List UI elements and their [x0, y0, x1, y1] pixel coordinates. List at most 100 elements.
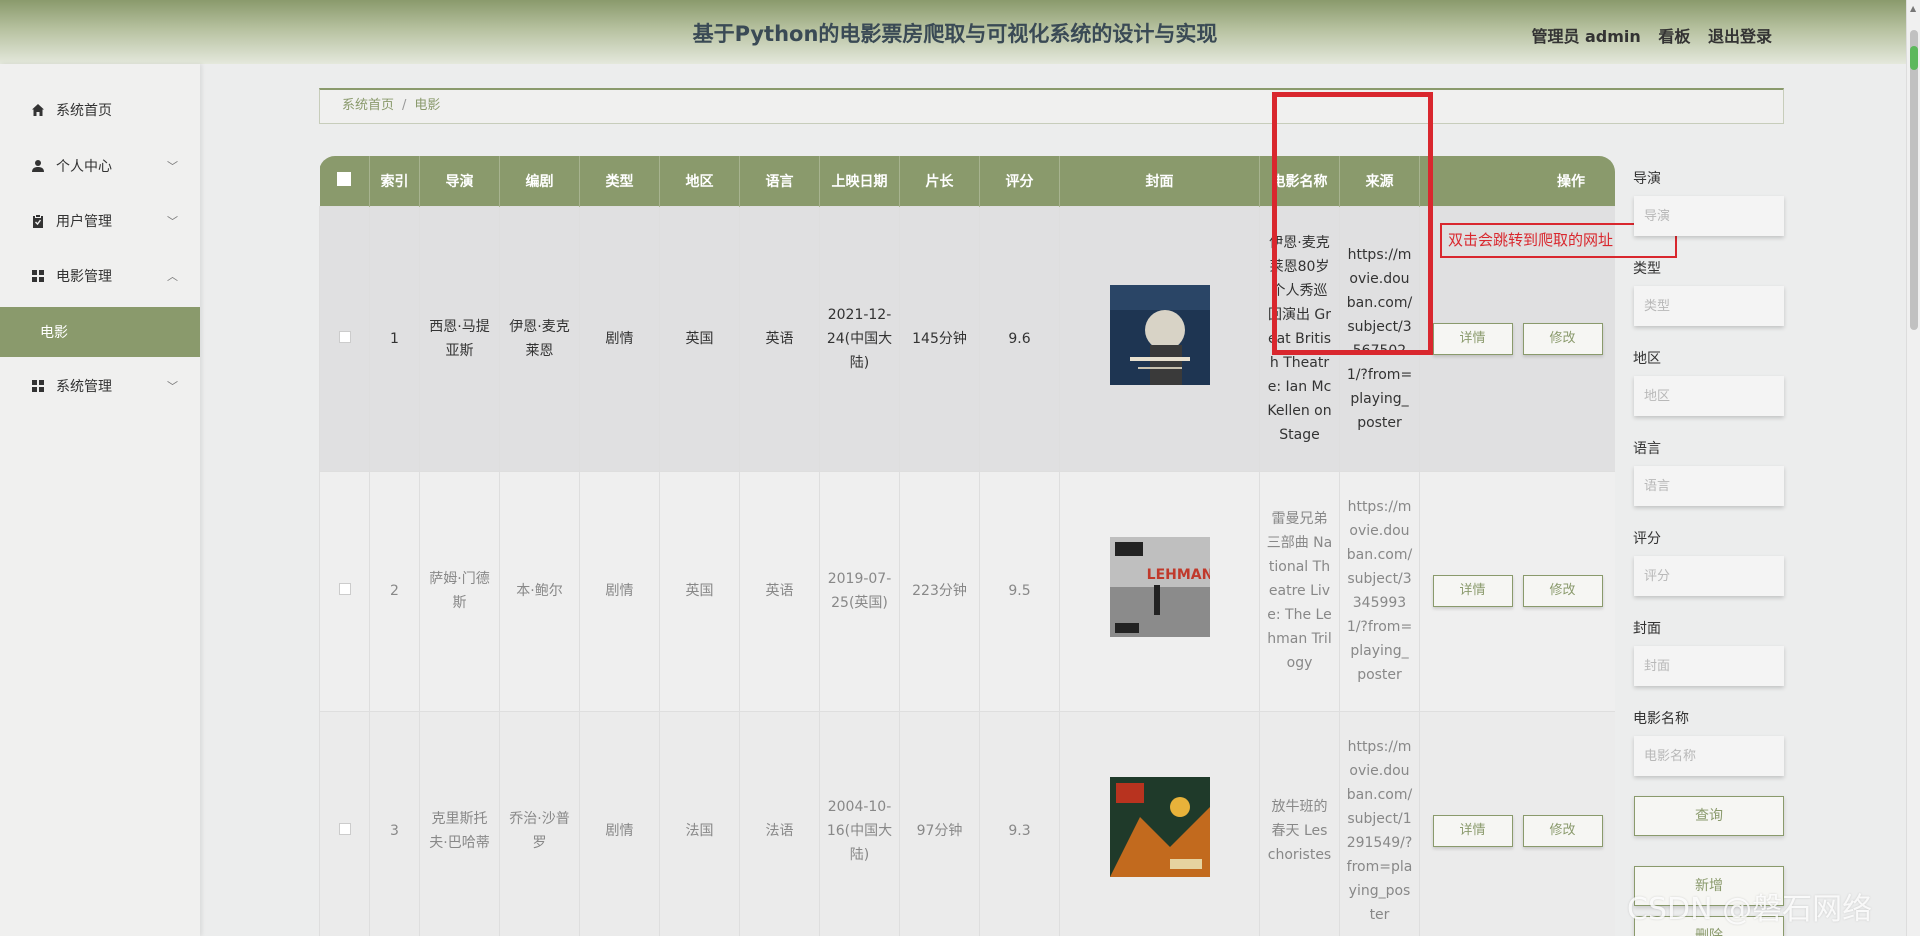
table-row[interactable]: 3 克里斯托夫·巴哈蒂 乔治·沙普罗 剧情 法国 法语 2004-10-16(中… [319, 710, 1615, 936]
sidebar-item-system[interactable]: 系统管理 ﹀ [0, 360, 200, 412]
cell-date: 2021-12-24(中国大陆) [819, 205, 900, 472]
grid-icon [30, 378, 46, 394]
genre-input[interactable] [1634, 286, 1784, 326]
filter-label-language: 语言 [1633, 441, 1661, 457]
cell-language: 法语 [739, 710, 820, 936]
movie-name-input[interactable] [1634, 736, 1784, 776]
query-button[interactable]: 查询 [1634, 796, 1784, 836]
cell-genre: 剧情 [579, 470, 660, 712]
cell-duration: 97分钟 [899, 710, 980, 936]
grid-icon [30, 268, 46, 284]
cell-director: 萨姆·门德斯 [419, 470, 500, 712]
col-writer: 编剧 [499, 156, 580, 206]
cell-source[interactable]: https://movie.douban.com/subject/3345993… [1339, 470, 1420, 712]
scroll-up-icon[interactable]: ▲ [1910, 4, 1916, 13]
edit-button[interactable]: 修改 [1522, 322, 1603, 355]
sidebar-item-label: 系统首页 [56, 103, 112, 119]
cell-score: 9.5 [979, 470, 1060, 712]
filter-label-director: 导演 [1633, 171, 1661, 187]
cell-region: 法国 [659, 710, 740, 936]
cell-region: 英国 [659, 470, 740, 712]
sidebar-item-personal[interactable]: 个人中心 ﹀ [0, 140, 200, 192]
annotation-highlight-box [1272, 92, 1433, 355]
cover-image[interactable] [1109, 284, 1210, 385]
logout-link[interactable]: 退出登录 [1708, 27, 1772, 46]
select-all-checkbox[interactable] [319, 156, 370, 206]
board-link[interactable]: 看板 [1658, 27, 1690, 46]
cell-index: 3 [369, 710, 420, 936]
breadcrumb-home[interactable]: 系统首页 [342, 98, 394, 113]
cell-writer: 伊恩·麦克莱恩 [499, 205, 580, 472]
row-checkbox[interactable] [319, 710, 370, 936]
col-actions: 操作 [1419, 156, 1615, 206]
cell-actions: 详情 修改 [1419, 470, 1615, 712]
row-checkbox[interactable] [319, 470, 370, 712]
row-checkbox[interactable] [319, 205, 370, 472]
csdn-watermark: CSDN @磐石网络 [1627, 892, 1873, 927]
col-genre: 类型 [579, 156, 660, 206]
chevron-down-icon: ﹀ [167, 160, 178, 173]
col-index: 索引 [369, 156, 420, 206]
svg-text:LEHMAN: LEHMAN [1146, 567, 1209, 583]
scrollbar-thumb[interactable] [1910, 46, 1918, 70]
sidebar-item-users[interactable]: 用户管理 ﹀ [0, 195, 200, 247]
cover-image[interactable]: LEHMAN [1109, 537, 1213, 637]
sidebar-item-movie-mgmt[interactable]: 电影管理 ︿ [0, 250, 200, 302]
cell-cover [1059, 205, 1260, 472]
filter-label-genre: 类型 [1633, 261, 1661, 277]
cell-director: 西恩·马提亚斯 [419, 205, 500, 472]
cell-score: 9.3 [979, 710, 1060, 936]
score-input[interactable] [1634, 556, 1784, 596]
sidebar-item-home[interactable]: 系统首页 [0, 84, 200, 136]
breadcrumb-separator: / [402, 98, 407, 113]
edit-button[interactable]: 修改 [1522, 815, 1603, 847]
cell-writer: 本·鲍尔 [499, 470, 580, 712]
scrollbar-track-thumb[interactable] [1910, 30, 1918, 330]
director-input[interactable] [1634, 196, 1784, 236]
cell-duration: 145分钟 [899, 205, 980, 472]
cell-director: 克里斯托夫·巴哈蒂 [419, 710, 500, 936]
sidebar-item-label: 系统管理 [56, 379, 112, 395]
admin-label: 管理员 admin [1531, 27, 1641, 46]
cell-genre: 剧情 [579, 710, 660, 936]
chevron-up-icon: ︿ [167, 270, 178, 283]
top-header: 基于Python的电影票房爬取与可视化系统的设计与实现 管理员 admin 看板… [0, 0, 1910, 64]
cell-date: 2019-07-25(英国) [819, 470, 900, 712]
clipboard-icon [30, 213, 46, 229]
cell-index: 2 [369, 470, 420, 712]
sidebar-item-label: 个人中心 [56, 159, 112, 175]
cell-duration: 223分钟 [899, 470, 980, 712]
col-cover: 封面 [1059, 156, 1260, 206]
user-area: 管理员 admin 看板 退出登录 [1531, 23, 1772, 47]
detail-button[interactable]: 详情 [1432, 815, 1513, 847]
language-input[interactable] [1634, 466, 1784, 506]
sidebar-item-label: 用户管理 [56, 214, 112, 230]
cell-genre: 剧情 [579, 205, 660, 472]
cell-language: 英语 [739, 205, 820, 472]
edit-button[interactable]: 修改 [1522, 575, 1603, 607]
col-language: 语言 [739, 156, 820, 206]
region-input[interactable] [1634, 376, 1784, 416]
page-scrollbar[interactable]: ▲ [1906, 0, 1920, 936]
home-icon [30, 102, 46, 118]
cell-cover: LEHMAN [1059, 470, 1260, 712]
cell-index: 1 [369, 205, 420, 472]
cover-input[interactable] [1634, 646, 1784, 686]
cell-region: 英国 [659, 205, 740, 472]
chevron-down-icon: ﹀ [167, 215, 178, 228]
cell-source[interactable]: https://movie.douban.com/subject/1291549… [1339, 710, 1420, 936]
col-duration: 片长 [899, 156, 980, 206]
sidebar-item-movie[interactable]: 电影 [0, 307, 200, 357]
filter-label-cover: 封面 [1633, 621, 1661, 637]
col-date: 上映日期 [819, 156, 900, 206]
col-director: 导演 [419, 156, 500, 206]
sidebar: 系统首页 个人中心 ﹀ 用户管理 ﹀ 电影管理 ︿ 电影 系统管理 ﹀ [0, 64, 200, 936]
table-row[interactable]: 2 萨姆·门德斯 本·鲍尔 剧情 英国 英语 2019-07-25(英国) 22… [319, 470, 1615, 712]
chevron-down-icon: ﹀ [167, 380, 178, 393]
filter-label-score: 评分 [1633, 531, 1661, 547]
col-region: 地区 [659, 156, 740, 206]
cover-image[interactable] [1109, 777, 1210, 877]
detail-button[interactable]: 详情 [1432, 322, 1513, 355]
detail-button[interactable]: 详情 [1432, 575, 1513, 607]
cell-cover [1059, 710, 1260, 936]
